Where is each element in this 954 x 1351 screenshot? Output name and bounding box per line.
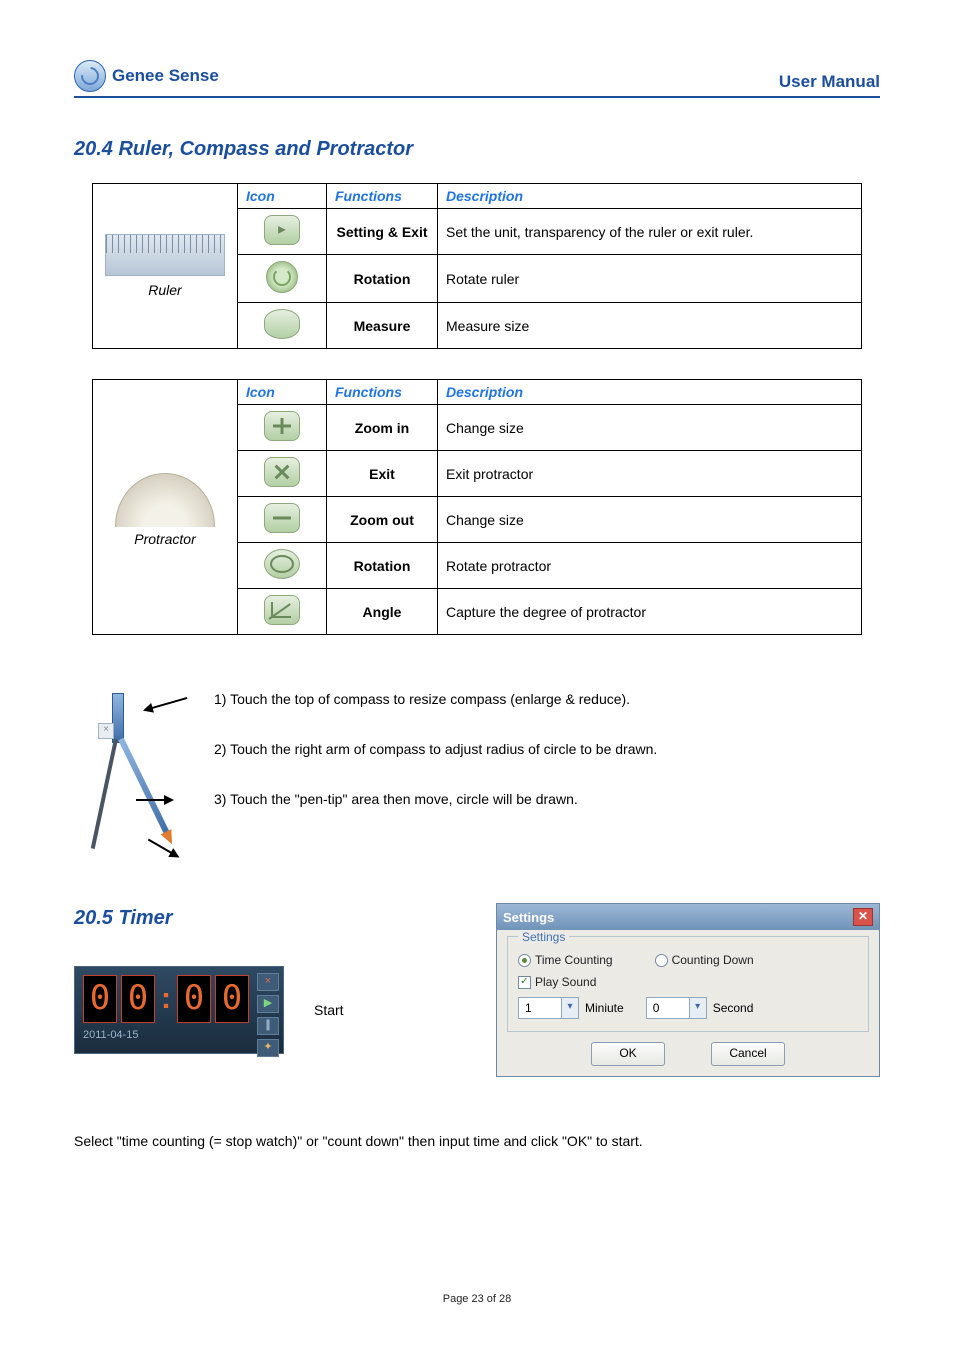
compass-step-2: 2) Touch the right arm of compass to adj… bbox=[214, 741, 880, 757]
arrow-icon bbox=[136, 799, 172, 801]
desc-cell: Set the unit, transparency of the ruler … bbox=[438, 209, 862, 255]
col-icon: Icon bbox=[238, 184, 327, 209]
timer-close-button[interactable]: × bbox=[257, 973, 279, 991]
ok-button[interactable]: OK bbox=[591, 1042, 665, 1066]
func-cell: Angle bbox=[327, 589, 438, 635]
timer-play-button[interactable]: ▶ bbox=[257, 995, 279, 1013]
minute-select[interactable]: 1 ▾ bbox=[518, 997, 579, 1019]
col-description: Description bbox=[438, 184, 862, 209]
play-sound-label: Play Sound bbox=[535, 975, 596, 989]
ruler-table: Ruler Icon Functions Description Setting… bbox=[92, 183, 862, 349]
counting-down-radio[interactable]: Counting Down bbox=[655, 953, 754, 967]
ruler-tool-cell: Ruler bbox=[93, 184, 238, 349]
time-counting-radio[interactable]: Time Counting bbox=[518, 953, 613, 967]
play-sound-checkbox[interactable]: Play Sound bbox=[518, 975, 858, 989]
col-functions: Functions bbox=[327, 380, 438, 405]
protractor-image-icon bbox=[115, 467, 215, 527]
page-header: Genee Sense User Manual bbox=[74, 60, 880, 98]
radio-icon bbox=[518, 954, 531, 967]
ruler-image-icon bbox=[105, 234, 225, 276]
time-counting-label: Time Counting bbox=[535, 953, 613, 967]
func-cell: Exit bbox=[327, 451, 438, 497]
settings-dialog-close-button[interactable]: ✕ bbox=[853, 908, 873, 926]
compass-block: 1) Touch the top of compass to resize co… bbox=[74, 685, 880, 863]
minute-value: 1 bbox=[519, 1001, 561, 1015]
settings-dialog-title: Settings bbox=[503, 910, 554, 925]
timer-settings-button[interactable]: ✦ bbox=[257, 1039, 279, 1057]
func-cell: Zoom in bbox=[327, 405, 438, 451]
func-cell: Zoom out bbox=[327, 497, 438, 543]
func-cell: Rotation bbox=[327, 255, 438, 303]
func-cell: Setting & Exit bbox=[327, 209, 438, 255]
col-icon: Icon bbox=[238, 380, 327, 405]
chevron-down-icon: ▾ bbox=[689, 998, 706, 1018]
timer-digit: 0 bbox=[215, 975, 249, 1023]
page-footer: Page 23 of 28 bbox=[0, 1293, 954, 1305]
desc-cell: Exit protractor bbox=[438, 451, 862, 497]
counting-down-label: Counting Down bbox=[672, 953, 754, 967]
second-value: 0 bbox=[647, 1001, 689, 1015]
fieldset-legend: Settings bbox=[518, 930, 569, 944]
settings-fieldset: Settings Time Counting Counting Down bbox=[507, 936, 869, 1032]
desc-cell: Change size bbox=[438, 405, 862, 451]
radio-icon bbox=[655, 954, 668, 967]
checkbox-icon bbox=[518, 976, 531, 989]
setting-exit-icon bbox=[264, 215, 300, 245]
start-label: Start bbox=[314, 1002, 344, 1018]
compass-close-icon bbox=[98, 723, 114, 739]
second-select[interactable]: 0 ▾ bbox=[646, 997, 707, 1019]
desc-cell: Rotate ruler bbox=[438, 255, 862, 303]
compass-image-icon bbox=[84, 693, 194, 863]
func-cell: Measure bbox=[327, 303, 438, 349]
settings-dialog: Settings ✕ Settings Time Counting Counti… bbox=[496, 903, 880, 1077]
compass-step-3: 3) Touch the "pen-tip" area then move, c… bbox=[214, 791, 880, 807]
zoom-in-icon bbox=[264, 411, 300, 441]
timer-digit: 0 bbox=[121, 975, 155, 1023]
section-20-4-title: 20.4 Ruler, Compass and Protractor bbox=[74, 138, 880, 161]
col-description: Description bbox=[438, 380, 862, 405]
timer-colon: : bbox=[159, 982, 173, 1016]
product-name: Genee Sense bbox=[112, 66, 219, 86]
protractor-table: Protractor Icon Functions Description Zo… bbox=[92, 379, 862, 635]
measure-icon bbox=[264, 309, 300, 339]
minute-label: Miniute bbox=[585, 1001, 624, 1015]
desc-cell: Measure size bbox=[438, 303, 862, 349]
timer-digit: 0 bbox=[177, 975, 211, 1023]
timer-widget[interactable]: 0 0 : 0 0 2011-04-15 × ▶ ∥ ✦ bbox=[74, 966, 284, 1054]
second-label: Second bbox=[713, 1001, 754, 1015]
timer-section: 20.5 Timer 0 0 : 0 0 2011-04-15 × ▶ ∥ bbox=[74, 903, 880, 1077]
rotation-icon bbox=[266, 261, 298, 293]
timer-instructions: Select "time counting (= stop watch)" or… bbox=[74, 1133, 880, 1149]
protractor-tool-cell: Protractor bbox=[93, 380, 238, 635]
protractor-label: Protractor bbox=[101, 531, 229, 547]
chevron-down-icon: ▾ bbox=[561, 998, 578, 1018]
timer-pause-button[interactable]: ∥ bbox=[257, 1017, 279, 1035]
zoom-out-icon bbox=[264, 503, 300, 533]
desc-cell: Rotate protractor bbox=[438, 543, 862, 589]
cancel-button[interactable]: Cancel bbox=[711, 1042, 785, 1066]
exit-icon bbox=[264, 457, 300, 487]
compass-step-1: 1) Touch the top of compass to resize co… bbox=[214, 691, 880, 707]
ruler-label: Ruler bbox=[101, 282, 229, 298]
protractor-rotation-icon bbox=[264, 549, 300, 579]
func-cell: Rotation bbox=[327, 543, 438, 589]
arrow-icon bbox=[145, 697, 188, 711]
desc-cell: Change size bbox=[438, 497, 862, 543]
timer-date: 2011-04-15 bbox=[83, 1029, 249, 1041]
section-20-5-title: 20.5 Timer bbox=[74, 907, 466, 930]
brand-logo-icon bbox=[74, 60, 106, 92]
angle-icon bbox=[264, 595, 300, 625]
col-functions: Functions bbox=[327, 184, 438, 209]
timer-digit: 0 bbox=[83, 975, 117, 1023]
doc-title: User Manual bbox=[779, 72, 880, 92]
desc-cell: Capture the degree of protractor bbox=[438, 589, 862, 635]
